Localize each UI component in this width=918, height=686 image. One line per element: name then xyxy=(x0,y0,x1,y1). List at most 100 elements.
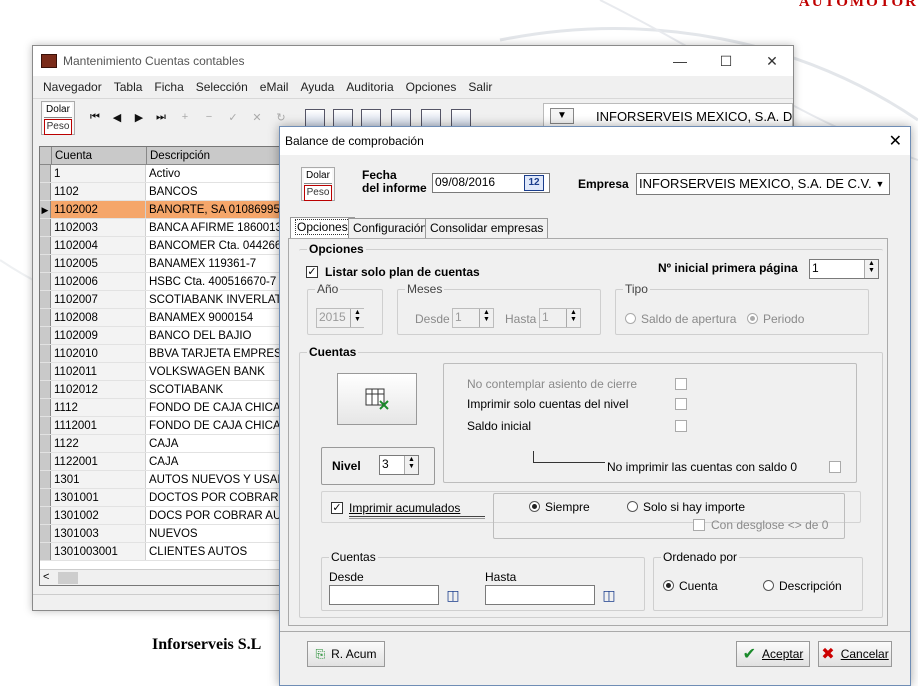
menu-ayuda[interactable]: Ayuda xyxy=(294,80,340,94)
hasta-mes-spinner[interactable]: ▲ ▼ xyxy=(566,309,580,327)
imprimir-nivel-checkbox[interactable] xyxy=(675,398,687,410)
last-record-icon[interactable]: ⏭ xyxy=(153,111,169,127)
cell-cuenta[interactable]: 1102002 xyxy=(51,201,146,218)
cell-descripcion[interactable]: DOCS POR COBRAR AUT xyxy=(146,507,282,524)
cell-descripcion[interactable]: NUEVOS xyxy=(146,525,282,542)
ordenado-descripcion-radio[interactable] xyxy=(763,580,774,591)
table-row[interactable]: ▶ 1102002 BANORTE, SA 0108699523 xyxy=(40,201,282,219)
table-row[interactable]: 1301003 NUEVOS xyxy=(40,525,282,543)
insert-record-icon[interactable]: + xyxy=(177,111,193,127)
rango-hasta-input[interactable] xyxy=(485,585,595,605)
table-row[interactable]: 1102003 BANCA AFIRME 18600136 xyxy=(40,219,282,237)
con-desglose-checkbox[interactable] xyxy=(693,519,705,531)
chevron-down-icon[interactable]: ▼ xyxy=(550,108,574,124)
cell-cuenta[interactable]: 1102003 xyxy=(51,219,146,236)
tipo-saldo-radio[interactable] xyxy=(625,313,636,324)
cell-cuenta[interactable]: 1301003001 xyxy=(51,543,146,560)
table-row[interactable]: 1112 FONDO DE CAJA CHICA xyxy=(40,399,282,417)
cell-descripcion[interactable]: HSBC Cta. 400516670-7 xyxy=(146,273,282,290)
ordenado-cuenta-radio[interactable] xyxy=(663,580,674,591)
scroll-thumb[interactable] xyxy=(58,572,78,584)
cell-cuenta[interactable]: 1102012 xyxy=(51,381,146,398)
grid-view-icon[interactable] xyxy=(305,109,325,127)
menu-navegador[interactable]: Navegador xyxy=(37,80,108,94)
select-accounts-button[interactable] xyxy=(337,373,417,425)
minimize-button[interactable]: — xyxy=(657,46,703,76)
cell-cuenta[interactable]: 1102008 xyxy=(51,309,146,326)
rango-hasta-lookup-icon[interactable]: ◫ xyxy=(599,585,619,605)
racum-button[interactable]: ⎘ R. Acum xyxy=(307,641,385,667)
cell-cuenta[interactable]: 1301003 xyxy=(51,525,146,542)
menu-auditoria[interactable]: Auditoria xyxy=(340,80,399,94)
table-row[interactable]: 1112001 FONDO DE CAJA CHICA xyxy=(40,417,282,435)
cell-descripcion[interactable]: BANCO DEL BAJIO xyxy=(146,327,282,344)
solo-importe-radio[interactable] xyxy=(627,501,638,512)
nivel-spinner[interactable]: ▲ ▼ xyxy=(404,456,418,474)
report-icon[interactable] xyxy=(421,109,441,127)
tipo-periodo-radio[interactable] xyxy=(747,313,758,324)
cancelar-button[interactable]: ✖ Cancelar xyxy=(818,641,892,667)
cell-cuenta[interactable]: 1102005 xyxy=(51,255,146,272)
cell-cuenta[interactable]: 1102007 xyxy=(51,291,146,308)
refresh-icon[interactable]: ↻ xyxy=(273,111,289,127)
prev-record-icon[interactable]: ◀ xyxy=(109,111,125,127)
saldo-inicial-checkbox[interactable] xyxy=(675,420,687,432)
table-row[interactable]: 1102007 SCOTIABANK INVERLAT xyxy=(40,291,282,309)
anio-spinner[interactable]: ▲ ▼ xyxy=(350,309,364,327)
cell-descripcion[interactable]: BANCA AFIRME 18600136 xyxy=(146,219,282,236)
no-imprimir-saldo0-checkbox[interactable] xyxy=(829,461,841,473)
listar-checkbox[interactable]: ✓ xyxy=(306,266,318,278)
cell-descripcion[interactable]: AUTOS NUEVOS Y USADOS xyxy=(146,471,282,488)
table-row[interactable]: 1301003001 CLIENTES AUTOS xyxy=(40,543,282,561)
menu-email[interactable]: eMail xyxy=(254,80,295,94)
cell-descripcion[interactable]: FONDO DE CAJA CHICA xyxy=(146,399,282,416)
table-row[interactable]: 1102008 BANAMEX 9000154 xyxy=(40,309,282,327)
table-row[interactable]: 1102 BANCOS xyxy=(40,183,282,201)
table-row[interactable]: 1122 CAJA xyxy=(40,435,282,453)
scroll-left-icon[interactable]: < xyxy=(43,571,49,583)
table-row[interactable]: 1122001 CAJA xyxy=(40,453,282,471)
tab-opciones[interactable]: Opciones xyxy=(290,217,355,239)
cell-descripcion[interactable]: FONDO DE CAJA CHICA xyxy=(146,417,282,434)
table-row[interactable]: 1301AUTOS NUEVOS Y USADOS xyxy=(40,471,282,489)
dialog-close-icon[interactable]: ✕ xyxy=(889,131,902,151)
table-row[interactable]: 1102005 BANAMEX 119361-7 xyxy=(40,255,282,273)
filter-icon[interactable] xyxy=(361,109,381,127)
menu-tabla[interactable]: Tabla xyxy=(108,80,149,94)
table-row[interactable]: 1102011 VOLKSWAGEN BANK xyxy=(40,363,282,381)
cell-descripcion[interactable]: DOCTOS POR COBRAR A xyxy=(146,489,282,506)
desde-mes-spinner[interactable]: ▲ ▼ xyxy=(479,309,493,327)
delete-record-icon[interactable]: − xyxy=(201,111,217,127)
table-row[interactable]: 1102010 BBVA TARJETA EMPRESA xyxy=(40,345,282,363)
imprimir-acumulados-checkbox[interactable]: ✓ xyxy=(331,502,343,514)
column-descripcion[interactable]: Descripción xyxy=(147,147,282,164)
num-inicial-spinner[interactable]: ▲ ▼ xyxy=(864,260,878,278)
cell-descripcion[interactable]: SCOTIABANK xyxy=(146,381,282,398)
close-button[interactable]: ✕ xyxy=(749,46,795,76)
accounts-grid[interactable]: Cuenta Descripción 1 Activo 1102 BANCOS ▶ 110… xyxy=(39,146,283,586)
empresa-chevron-down-icon[interactable]: ▼ xyxy=(872,175,888,193)
no-contemplar-checkbox[interactable] xyxy=(675,378,687,390)
cell-cuenta[interactable]: 1301001 xyxy=(51,489,146,506)
table-row[interactable]: 1102009 BANCO DEL BAJIO xyxy=(40,327,282,345)
aceptar-button[interactable]: ✔ Aceptar xyxy=(736,641,810,667)
siempre-radio[interactable] xyxy=(529,501,540,512)
horizontal-scrollbar[interactable]: < xyxy=(40,569,282,585)
cell-cuenta[interactable]: 1301 xyxy=(51,471,146,488)
dialog-currency-toggle[interactable]: Dolar Peso xyxy=(301,167,335,201)
rango-desde-lookup-icon[interactable]: ◫ xyxy=(443,585,463,605)
calendar-icon[interactable]: 12 xyxy=(524,175,544,191)
tab-consolidar[interactable]: Consolidar empresas xyxy=(425,218,549,238)
cell-descripcion[interactable]: CAJA xyxy=(146,453,282,470)
table-row[interactable]: 1301001 DOCTOS POR COBRAR A xyxy=(40,489,282,507)
cell-cuenta[interactable]: 1112 xyxy=(51,399,146,416)
cell-descripcion[interactable]: Activo xyxy=(146,165,282,182)
table-row[interactable]: 1102012 SCOTIABANK xyxy=(40,381,282,399)
sort-icon[interactable] xyxy=(391,109,411,127)
dialog-empresa-combo[interactable]: INFORSERVEIS MEXICO, S.A. DE C.V. xyxy=(636,173,890,195)
menu-opciones[interactable]: Opciones xyxy=(400,80,463,94)
cell-cuenta[interactable]: 1301002 xyxy=(51,507,146,524)
post-record-icon[interactable]: ✓ xyxy=(225,111,241,127)
menu-ficha[interactable]: Ficha xyxy=(148,80,189,94)
table-row[interactable]: 1 Activo xyxy=(40,165,282,183)
